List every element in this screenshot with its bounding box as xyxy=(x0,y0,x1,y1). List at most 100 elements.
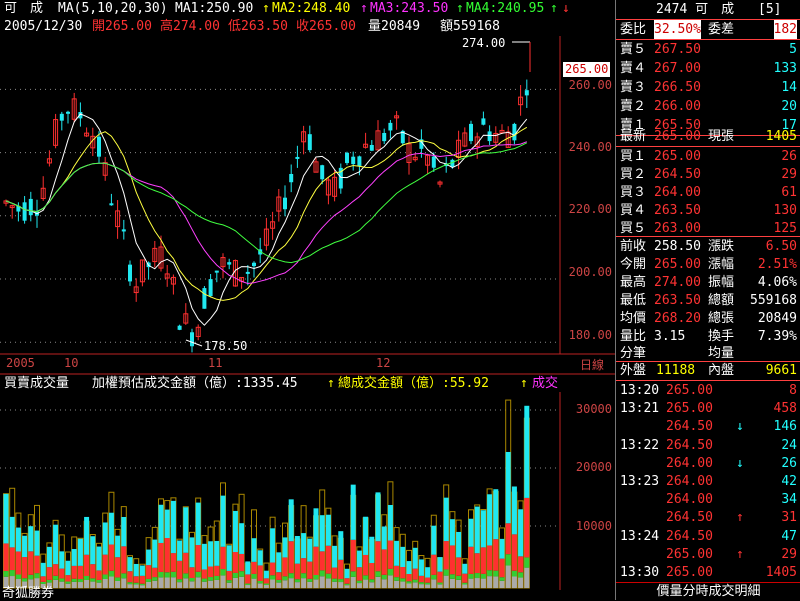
tick-price: 265.00 xyxy=(666,546,713,562)
volume-bar-segment xyxy=(146,581,152,588)
candle-body xyxy=(524,90,529,96)
volume-bar-segment xyxy=(257,583,263,588)
ma1-arrow-icon: ↑ xyxy=(262,1,270,16)
tick-price: 265.00 xyxy=(666,565,713,580)
stats-row: 最低 263.50 總額 559168 xyxy=(616,291,800,310)
volume-bar-segment xyxy=(96,579,102,583)
chart-canvas[interactable] xyxy=(0,0,615,600)
bid-row: 買４ 263.50 130 xyxy=(616,201,800,220)
x-label-month: 11 xyxy=(208,356,223,370)
tick-qty: 42 xyxy=(781,474,797,489)
volume-bar-segment xyxy=(121,546,127,574)
volume-bar-segment xyxy=(263,583,269,586)
volume-bar-segment xyxy=(307,578,313,582)
volume-bar-segment xyxy=(480,510,486,548)
volume-bar-segment xyxy=(90,564,96,579)
volume-bar-segment xyxy=(96,582,102,588)
volume-bar-segment xyxy=(164,509,170,539)
volume-bar-segment xyxy=(462,563,468,574)
tick-qty: 47 xyxy=(781,528,797,544)
volume-bar-segment xyxy=(71,549,77,566)
stat-label: 漲跌 xyxy=(708,239,735,254)
volume-bar-segment xyxy=(226,580,232,583)
volume-bar-segment xyxy=(406,581,412,584)
candle-body xyxy=(487,131,492,142)
volume-bar-segment xyxy=(474,553,480,574)
volume-bar-segment xyxy=(115,557,121,578)
volume-bar-segment xyxy=(294,582,300,588)
volume-bar-segment xyxy=(65,560,71,576)
volume-bar-segment xyxy=(363,554,369,576)
volume-bar-segment xyxy=(77,582,83,588)
volume-bar-segment xyxy=(338,582,344,588)
stat-value: 274.00 xyxy=(654,275,701,290)
volume-bar-segment xyxy=(183,552,189,574)
ma2-value: MA2:248.40 xyxy=(272,1,351,16)
detail-footer[interactable]: 價量分時成交明細 xyxy=(616,582,800,601)
volume-bar-segment xyxy=(276,572,282,580)
candle-body xyxy=(382,132,387,142)
volume-bar-segment xyxy=(511,486,517,535)
tick-qty: 24 xyxy=(781,437,797,453)
tick-row: 265.00 ↑ 29 xyxy=(616,545,800,564)
x-label-year: 2005 xyxy=(6,356,35,370)
volume-bar-segment xyxy=(406,561,412,575)
tick-row: 264.50 ↑ 31 xyxy=(616,508,800,527)
stat-value: 559168 xyxy=(750,293,797,308)
volume-bar-segment xyxy=(387,568,393,576)
candle-body xyxy=(369,144,374,151)
volume-bar-segment xyxy=(418,584,424,588)
volume-bar-segment xyxy=(102,554,108,575)
ma4-arrow-icon: ↑ xyxy=(550,1,558,16)
period-label[interactable]: 日線 xyxy=(580,356,604,373)
tick-price: 265.00 xyxy=(666,383,713,398)
volume-bar-segment xyxy=(239,576,245,588)
volume-bar-segment xyxy=(158,504,164,543)
volume-bar-segment xyxy=(462,582,468,585)
volume-bar-segment xyxy=(127,571,133,583)
volume-bar-segment xyxy=(121,578,127,588)
volume-bar-segment xyxy=(65,583,71,588)
volume-bar-segment xyxy=(195,545,201,572)
volume-bar-segment xyxy=(220,495,226,547)
volume-bar-segment xyxy=(9,516,15,548)
volume-bar-segment xyxy=(65,581,71,584)
volume-bar-segment xyxy=(375,571,381,577)
volume-bar-segment xyxy=(425,577,431,583)
volume-bar-segment xyxy=(344,585,350,588)
volume-bar-segment xyxy=(400,567,406,579)
volume-bar-segment xyxy=(307,538,313,562)
stat-label: 今開 xyxy=(620,257,647,272)
volume-bar-segment xyxy=(127,582,133,585)
volume-bar-segment xyxy=(282,537,288,558)
volume-bar-segment xyxy=(369,536,375,563)
tick-time: 13:22 xyxy=(620,437,660,453)
tick-row: 264.50 ↓ 146 xyxy=(616,417,800,436)
volume-bar-segment xyxy=(474,506,480,554)
volume-bar-segment xyxy=(412,579,418,583)
ask-label: 賣１ xyxy=(620,118,647,133)
candle-body xyxy=(481,118,486,125)
tick-qty: 1405 xyxy=(765,565,797,580)
volume-bar-segment xyxy=(325,514,331,546)
inner-label: 內盤 xyxy=(708,363,735,378)
low-value: 低263.50 xyxy=(228,19,288,34)
stat-value: 4.06% xyxy=(757,275,797,290)
volume-bar-segment xyxy=(381,526,387,550)
open-value: 開265.00 xyxy=(92,19,152,34)
y-tick: 200.00 xyxy=(568,265,612,279)
volume-bar-segment xyxy=(412,547,418,569)
volume-bar-segment xyxy=(449,545,455,575)
volume-bar-segment xyxy=(139,575,145,584)
candle-body xyxy=(388,122,393,131)
bid-row: 買１ 265.00 26 xyxy=(616,147,800,166)
candle-body xyxy=(345,152,349,164)
page-indicator[interactable]: [5] xyxy=(758,0,781,19)
volume-bar-segment xyxy=(394,565,400,578)
volume-bar-segment xyxy=(499,538,505,559)
volume-bar-segment xyxy=(338,579,344,583)
volume-bar-segment xyxy=(189,577,195,582)
stat-label: 前收 xyxy=(620,239,647,254)
scroll-down-icon[interactable]: ↓ xyxy=(562,0,570,18)
stats-row: 前收 258.50 漲跌 6.50 xyxy=(616,237,800,256)
